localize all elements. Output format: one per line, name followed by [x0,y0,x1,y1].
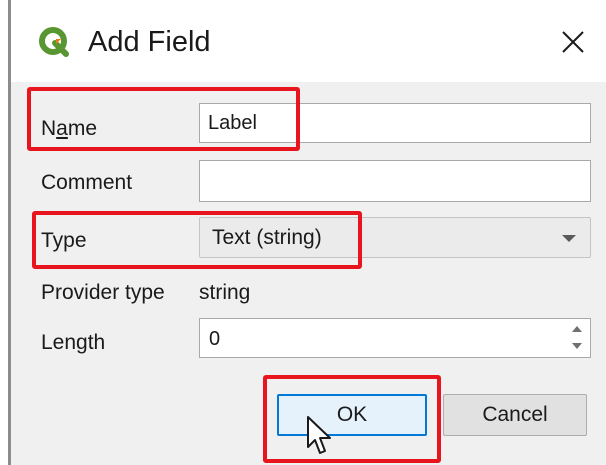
ok-button[interactable]: OK [277,394,427,436]
length-value: 0 [209,328,221,350]
qgis-logo-icon [39,27,69,57]
type-label: Type [41,229,87,252]
name-field[interactable] [199,103,591,143]
length-spinbox[interactable]: 0 [199,318,591,358]
type-selected-value: Text (string) [212,226,322,249]
provider-type-value: string [199,281,251,304]
title-bar: Add Field [11,0,606,82]
comment-field[interactable] [199,160,591,202]
close-icon[interactable] [551,20,595,64]
cancel-button[interactable]: Cancel [443,394,587,436]
spin-up-icon[interactable] [565,320,589,338]
name-label: Name [41,117,98,140]
length-label: Length [41,331,106,354]
chevron-down-icon [562,235,576,242]
spin-buttons [565,320,589,356]
comment-label: Comment [41,171,133,194]
provider-type-label: Provider type [41,281,165,304]
spin-down-icon[interactable] [565,338,589,356]
type-select[interactable]: Text (string) [199,217,591,258]
dialog-title: Add Field [88,26,211,58]
